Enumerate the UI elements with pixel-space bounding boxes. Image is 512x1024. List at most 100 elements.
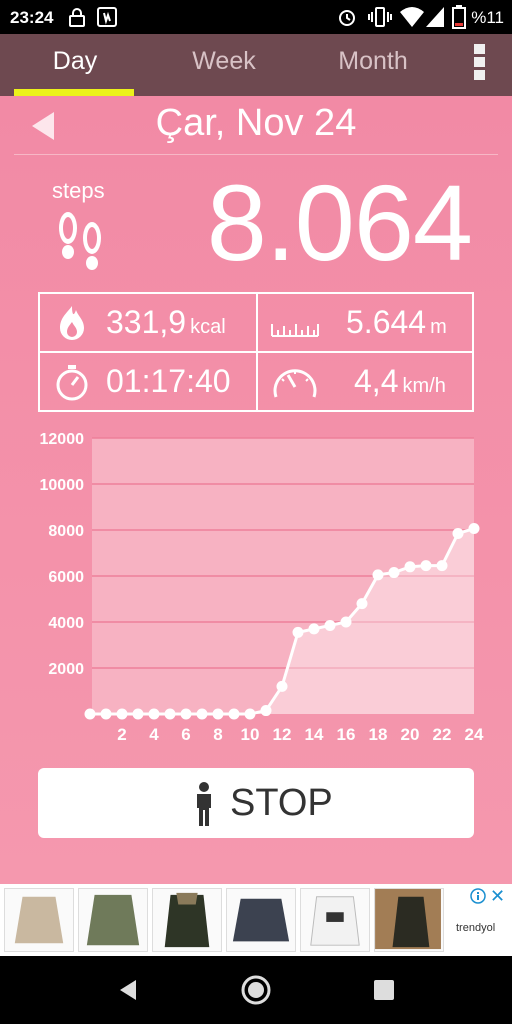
ad-item-fleece-jacket[interactable] [4, 888, 74, 952]
ad-item-navy-sweater[interactable] [226, 888, 296, 952]
signal-icon [426, 7, 444, 27]
chart-y-tick-label: 2000 [48, 661, 84, 678]
speed-stat: 4,4 km/h [258, 353, 474, 410]
flame-icon [60, 306, 84, 340]
chart-data-point [116, 708, 128, 720]
chart-x-tick-label: 22 [433, 725, 452, 744]
chart-x-tick-label: 24 [465, 725, 484, 744]
stop-label: STOP [230, 782, 333, 824]
chart-data-point [260, 705, 272, 717]
speed-value: 4,4 [354, 363, 399, 399]
chart-data-point [180, 708, 192, 720]
steps-chart: 200040006000800010000120002 4 6 8 10 12 14 16 18… [40, 431, 484, 744]
ad-item-jacket-model[interactable] [374, 888, 444, 952]
chart-y-tick-label: 10000 [40, 477, 85, 494]
stop-button[interactable]: STOP [38, 768, 474, 838]
divider [14, 154, 498, 155]
chart-data-point [404, 561, 416, 573]
chart-y-tick-label: 8000 [48, 523, 84, 540]
distance-unit: m [430, 316, 447, 338]
ad-item-parka-jacket[interactable] [152, 888, 222, 952]
steps-count: 8.064 [206, 162, 473, 283]
stats-grid: 331,9 kcal 5.644 m 01:17:40 4,4 km/h [38, 292, 474, 412]
active-tab-indicator [14, 89, 134, 96]
tab-week[interactable]: Week [149, 34, 299, 96]
chart-x-tick-label: 10 [241, 725, 260, 744]
chart-data-point [388, 567, 400, 579]
chart-y-tick-label: 12000 [40, 431, 85, 448]
distance-stat: 5.644 m [258, 294, 474, 351]
chart-data-point [228, 708, 240, 720]
steps-label: steps [52, 178, 105, 203]
duration-value: 01:17:40 [106, 363, 231, 399]
chart-data-point [324, 619, 336, 631]
calories-unit: kcal [190, 316, 226, 338]
date-navigation: Çar, Nov 24 [0, 96, 512, 156]
stopwatch-icon [56, 365, 88, 401]
chart-data-point [100, 708, 112, 720]
status-bar: 23:24 %11 [0, 0, 512, 34]
ad-info-icon[interactable] [470, 888, 486, 904]
tab-bar: Day Week Month [0, 34, 512, 96]
ad-banner[interactable]: ✕ trendyol [0, 884, 512, 956]
tab-month[interactable]: Month [298, 34, 448, 96]
chart-x-tick-label: 4 [149, 725, 159, 744]
home-icon[interactable] [240, 974, 272, 1006]
ad-item-military-jacket[interactable] [78, 888, 148, 952]
chart-x-tick-label: 14 [305, 725, 324, 744]
navigation-bar [0, 956, 512, 1024]
chart-data-point [452, 527, 464, 539]
chart-data-point [244, 708, 256, 720]
battery-icon [452, 5, 466, 29]
chart-data-point [308, 623, 320, 635]
chart-data-point [276, 680, 288, 692]
chart-x-tick-label: 8 [213, 725, 222, 744]
duration-stat: 01:17:40 [40, 353, 256, 410]
chart-data-point [356, 598, 368, 610]
date-label: Çar, Nov 24 [155, 102, 357, 144]
ad-brand-logo[interactable]: trendyol [456, 922, 495, 934]
chart-data-point [292, 626, 304, 638]
ruler-icon [271, 324, 319, 337]
lock-icon [69, 8, 85, 27]
chart-x-tick-label: 6 [181, 725, 190, 744]
chart-x-tick-label: 20 [401, 725, 420, 744]
chart-data-point [468, 523, 480, 535]
chart-data-point [372, 569, 384, 581]
speed-value-group: 4,4 km/h [354, 363, 446, 400]
speedometer-icon [273, 369, 317, 398]
chart-data-point [84, 708, 96, 720]
tab-day[interactable]: Day [0, 34, 150, 96]
speed-unit: km/h [402, 375, 446, 397]
recents-icon[interactable] [368, 974, 400, 1006]
vibrate-icon [368, 7, 392, 27]
calories-value-group: 331,9 kcal [106, 304, 226, 341]
wifi-icon [400, 7, 424, 27]
chart-x-tick-label: 18 [369, 725, 388, 744]
chart-data-point [132, 708, 144, 720]
chart-y-tick-label: 4000 [48, 615, 84, 632]
chart-x-tick-label: 12 [273, 725, 292, 744]
overflow-menu-icon[interactable] [474, 44, 488, 84]
status-time: 23:24 [10, 8, 54, 27]
calories-stat: 331,9 kcal [40, 294, 256, 351]
calories-value: 331,9 [106, 304, 187, 340]
vibration-app-icon [97, 7, 117, 27]
alarm-icon [339, 10, 355, 26]
chart-data-point [164, 708, 176, 720]
chart-data-point [420, 560, 432, 572]
battery-percent: %11 [471, 8, 504, 27]
chart-x-tick-label: 2 [117, 725, 126, 744]
ad-item-white-hoodie[interactable] [300, 888, 370, 952]
ad-close-icon[interactable]: ✕ [490, 886, 505, 907]
chart-data-point [212, 708, 224, 720]
back-icon[interactable] [112, 974, 144, 1006]
chart-data-point [196, 708, 208, 720]
person-icon [197, 782, 211, 826]
distance-value: 5.644 [346, 304, 427, 340]
chart-data-point [436, 560, 448, 572]
main-content: Çar, Nov 24 steps 8.064 331,9 kcal 5.644… [0, 96, 512, 884]
distance-value-group: 5.644 m [346, 304, 447, 341]
chart-data-point [340, 616, 352, 628]
chart-x-tick-label: 16 [337, 725, 356, 744]
